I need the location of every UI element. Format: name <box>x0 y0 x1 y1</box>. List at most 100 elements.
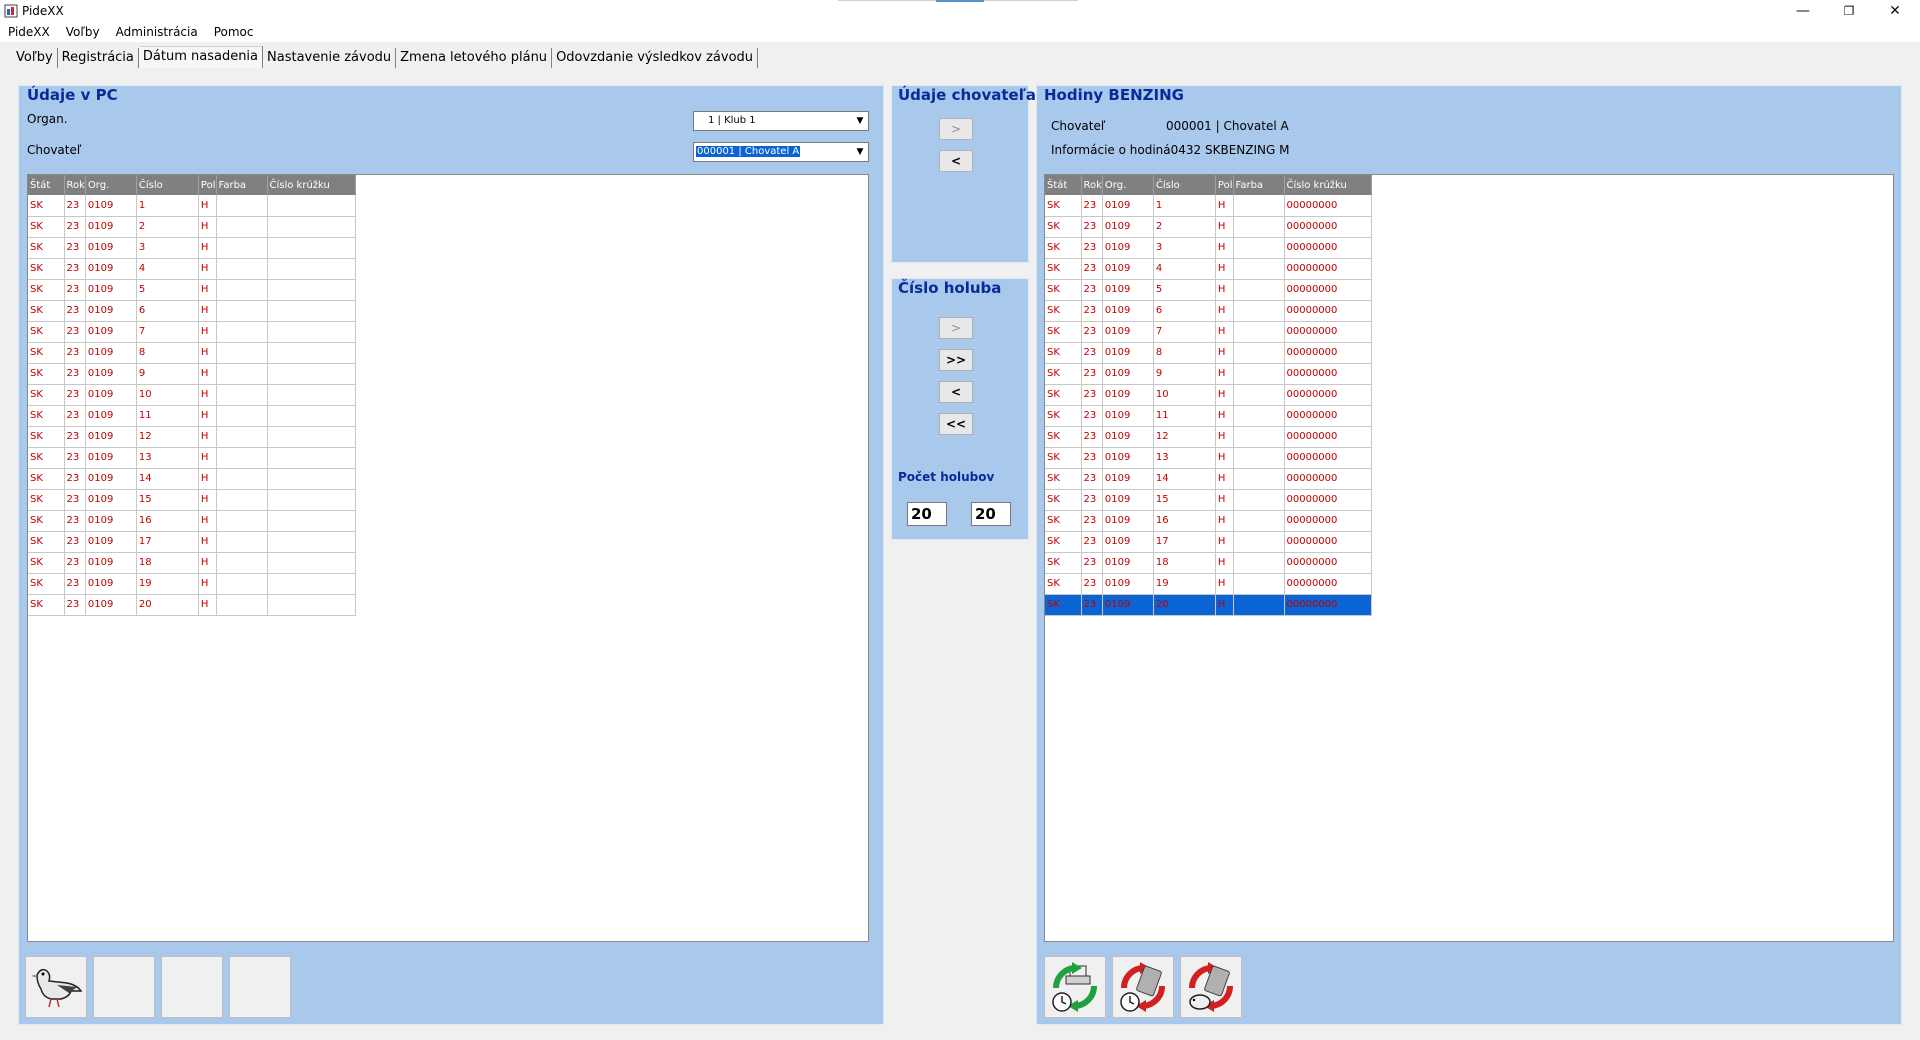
table-row[interactable]: SK 23 0109 16 H <box>28 510 356 532</box>
menu-administracia[interactable]: Administrácia <box>116 25 198 39</box>
empty-tool-button-1[interactable] <box>93 956 155 1018</box>
cell-pol: H <box>1215 468 1234 490</box>
clock-info-value: 0432 SKBENZING M <box>1170 143 1290 157</box>
chevron-down-icon[interactable]: ▼ <box>852 143 868 161</box>
col-stat[interactable]: Štát <box>1045 175 1082 195</box>
cell-rok: 23 <box>64 468 86 490</box>
organ-select[interactable]: 1 | Klub 1 ▼ <box>693 111 869 131</box>
table-row[interactable]: SK 23 0109 4 H <box>28 258 356 280</box>
table-row[interactable]: SK 23 0109 13 H 00000000 <box>1045 447 1372 469</box>
cell-cislo-kruzku: 00000000 <box>1284 258 1372 280</box>
col-cislo[interactable]: Číslo <box>136 175 199 195</box>
table-row[interactable]: SK 23 0109 10 H 00000000 <box>1045 384 1372 406</box>
table-row[interactable]: SK 23 0109 18 H 00000000 <box>1045 552 1372 574</box>
col-pol[interactable]: Pol <box>198 175 217 195</box>
menu-pidexx[interactable]: PideXX <box>8 25 50 39</box>
col-farba[interactable]: Farba <box>216 175 268 195</box>
table-row[interactable]: SK 23 0109 11 H 00000000 <box>1045 405 1372 427</box>
breeder-move-right-button[interactable]: > <box>939 118 973 140</box>
clock-sync-button[interactable] <box>1044 956 1106 1018</box>
pigeon-move-right-button[interactable]: > <box>939 317 973 339</box>
tab-zmena-letoveho-planu[interactable]: Zmena letového plánu <box>396 48 553 68</box>
table-row[interactable]: SK 23 0109 14 H <box>28 468 356 490</box>
col-farba[interactable]: Farba <box>1233 175 1285 195</box>
cell-farba <box>216 552 268 574</box>
table-row[interactable]: SK 23 0109 6 H 00000000 <box>1045 300 1372 322</box>
pigeon-move-all-left-button[interactable]: << <box>939 413 973 435</box>
restore-button[interactable]: ❐ <box>1826 0 1872 22</box>
clock-pigeon-list[interactable]: Štát Rok Org. Číslo Pol Farba Číslo krúž… <box>1044 174 1894 942</box>
breeder-select[interactable]: 000001 | Chovatel A ▼ <box>693 142 869 162</box>
tab-odovzdanie-vysledkov[interactable]: Odovzdanie výsledkov závodu <box>552 48 759 68</box>
table-row[interactable]: SK 23 0109 15 H 00000000 <box>1045 489 1372 511</box>
col-org[interactable]: Org. <box>85 175 137 195</box>
col-pol[interactable]: Pol <box>1215 175 1234 195</box>
cell-rok: 23 <box>64 594 86 616</box>
pigeon-count-left-field[interactable]: 20 <box>907 502 947 526</box>
col-cislo-kruzku[interactable]: Číslo krúžku <box>1284 175 1372 195</box>
table-row[interactable]: SK 23 0109 15 H <box>28 489 356 511</box>
table-row[interactable]: SK 23 0109 19 H <box>28 573 356 595</box>
pigeon-count-right-field[interactable]: 20 <box>971 502 1011 526</box>
pigeon-move-all-right-button[interactable]: >> <box>939 349 973 371</box>
table-row[interactable]: SK 23 0109 20 H <box>28 594 356 616</box>
table-row[interactable]: SK 23 0109 13 H <box>28 447 356 469</box>
tab-nastavenie-zavodu[interactable]: Nastavenie závodu <box>263 48 397 68</box>
table-row[interactable]: SK 23 0109 3 H 00000000 <box>1045 237 1372 259</box>
tab-registracia[interactable]: Registrácia <box>58 48 139 68</box>
chevron-down-icon[interactable]: ▼ <box>852 112 868 130</box>
close-button[interactable]: ✕ <box>1872 0 1918 22</box>
table-row[interactable]: SK 23 0109 6 H <box>28 300 356 322</box>
minimize-button[interactable]: — <box>1780 0 1826 22</box>
col-rok[interactable]: Rok <box>1081 175 1103 195</box>
table-row[interactable]: SK 23 0109 19 H 00000000 <box>1045 573 1372 595</box>
col-rok[interactable]: Rok <box>64 175 86 195</box>
table-row[interactable]: SK 23 0109 17 H <box>28 531 356 553</box>
empty-tool-button-2[interactable] <box>161 956 223 1018</box>
menu-volby[interactable]: Voľby <box>66 25 100 39</box>
table-row[interactable]: SK 23 0109 20 H 00000000 <box>1045 594 1372 616</box>
table-row[interactable]: SK 23 0109 2 H <box>28 216 356 238</box>
table-row[interactable]: SK 23 0109 17 H 00000000 <box>1045 531 1372 553</box>
table-row[interactable]: SK 23 0109 9 H <box>28 363 356 385</box>
cell-rok: 23 <box>1081 216 1103 238</box>
col-stat[interactable]: Štát <box>28 175 65 195</box>
tab-datum-nasadenia[interactable]: Dátum nasadenia <box>138 46 264 68</box>
table-row[interactable]: SK 23 0109 1 H 00000000 <box>1045 195 1372 217</box>
table-row[interactable]: SK 23 0109 12 H 00000000 <box>1045 426 1372 448</box>
empty-tool-button-3[interactable] <box>229 956 291 1018</box>
table-row[interactable]: SK 23 0109 16 H 00000000 <box>1045 510 1372 532</box>
col-cislo-kruzku[interactable]: Číslo krúžku <box>267 175 356 195</box>
table-row[interactable]: SK 23 0109 12 H <box>28 426 356 448</box>
cell-rok: 23 <box>64 552 86 574</box>
table-row[interactable]: SK 23 0109 18 H <box>28 552 356 574</box>
tab-volby[interactable]: Voľby <box>12 48 58 68</box>
table-row[interactable]: SK 23 0109 7 H <box>28 321 356 343</box>
table-row[interactable]: SK 23 0109 8 H <box>28 342 356 364</box>
table-row[interactable]: SK 23 0109 3 H <box>28 237 356 259</box>
table-row[interactable]: SK 23 0109 9 H 00000000 <box>1045 363 1372 385</box>
table-row[interactable]: SK 23 0109 14 H 00000000 <box>1045 468 1372 490</box>
pigeon-button[interactable] <box>25 956 87 1018</box>
pc-pigeon-list[interactable]: Štát Rok Org. Číslo Pol Farba Číslo krúž… <box>27 174 869 942</box>
cell-org: 0109 <box>1102 342 1154 364</box>
clock-delete-button[interactable] <box>1112 956 1174 1018</box>
table-row[interactable]: SK 23 0109 5 H 00000000 <box>1045 279 1372 301</box>
breeder-move-left-button[interactable]: < <box>939 150 973 172</box>
cell-farba <box>1233 426 1285 448</box>
table-row[interactable]: SK 23 0109 1 H <box>28 195 356 217</box>
pigeon-move-left-button[interactable]: < <box>939 381 973 403</box>
clock-delete-pigeon-button[interactable] <box>1180 956 1242 1018</box>
table-row[interactable]: SK 23 0109 11 H <box>28 405 356 427</box>
col-cislo[interactable]: Číslo <box>1153 175 1216 195</box>
table-row[interactable]: SK 23 0109 2 H 00000000 <box>1045 216 1372 238</box>
menu-pomoc[interactable]: Pomoc <box>214 25 254 39</box>
cell-pol: H <box>198 258 217 280</box>
table-row[interactable]: SK 23 0109 5 H <box>28 279 356 301</box>
cell-stat: SK <box>1045 300 1082 322</box>
col-org[interactable]: Org. <box>1102 175 1154 195</box>
table-row[interactable]: SK 23 0109 10 H <box>28 384 356 406</box>
table-row[interactable]: SK 23 0109 7 H 00000000 <box>1045 321 1372 343</box>
table-row[interactable]: SK 23 0109 4 H 00000000 <box>1045 258 1372 280</box>
table-row[interactable]: SK 23 0109 8 H 00000000 <box>1045 342 1372 364</box>
